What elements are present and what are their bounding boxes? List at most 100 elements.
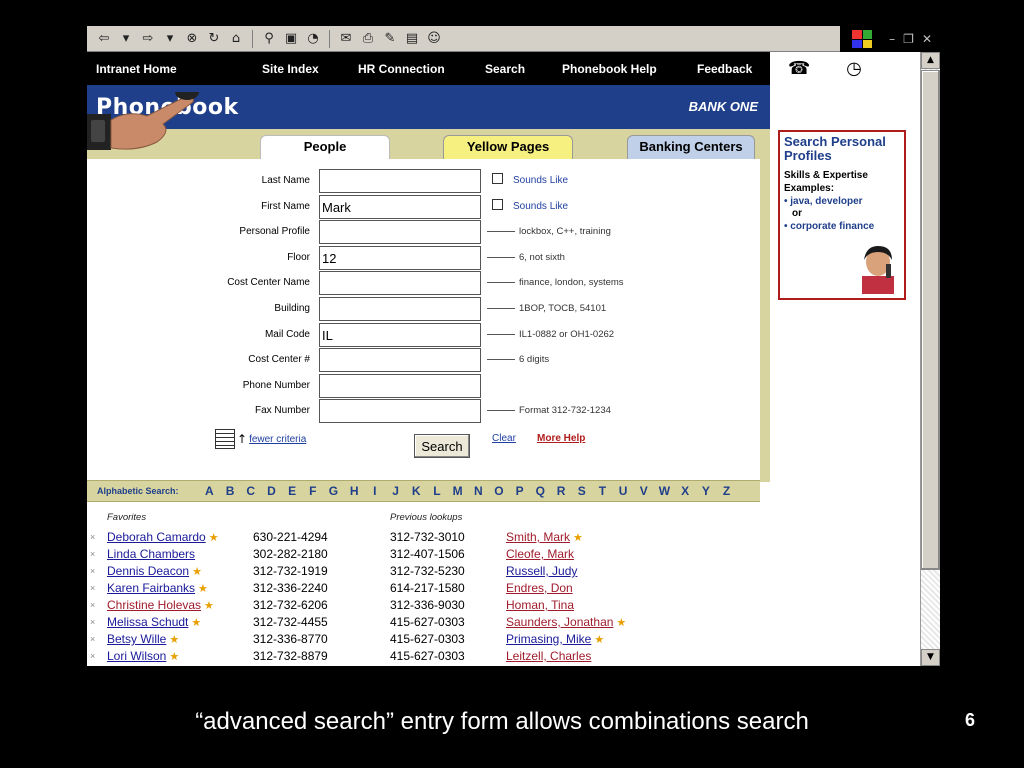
tab-banking-centers[interactable]: Banking Centers bbox=[627, 135, 755, 160]
scroll-down-icon[interactable]: ▼ bbox=[921, 649, 940, 666]
previous-name-link[interactable]: Saunders, Jonathan ★ bbox=[506, 615, 626, 629]
last-name-input[interactable] bbox=[319, 169, 481, 193]
floor-input[interactable] bbox=[319, 246, 481, 270]
cost-center-number-input[interactable] bbox=[319, 348, 481, 372]
favorite-name-link[interactable]: Christine Holevas ★ bbox=[107, 598, 214, 612]
nav-feedback[interactable]: Feedback bbox=[697, 62, 752, 76]
building-input[interactable] bbox=[319, 297, 481, 321]
fax-number-input[interactable] bbox=[319, 399, 481, 423]
messenger-icon[interactable]: ☺ bbox=[425, 30, 443, 48]
sounds-like-checkbox[interactable] bbox=[492, 199, 503, 210]
alpha-letter-t[interactable]: T bbox=[592, 484, 613, 498]
remove-icon[interactable]: × bbox=[90, 651, 95, 661]
alpha-letter-x[interactable]: X bbox=[675, 484, 696, 498]
previous-name-link[interactable]: Leitzell, Charles bbox=[506, 649, 591, 663]
favorite-name-link[interactable]: Melissa Schudt ★ bbox=[107, 615, 201, 629]
remove-icon[interactable]: × bbox=[90, 549, 95, 559]
history-icon[interactable]: ◔ bbox=[304, 30, 322, 48]
alpha-letter-l[interactable]: L bbox=[427, 484, 448, 498]
remove-icon[interactable]: × bbox=[90, 583, 95, 593]
back-dropdown-icon[interactable]: ▾ bbox=[117, 30, 135, 48]
print-icon[interactable]: ⎙ bbox=[359, 30, 377, 48]
nav-site-index[interactable]: Site Index bbox=[262, 62, 319, 76]
alpha-letter-m[interactable]: M bbox=[447, 484, 468, 498]
mail-icon[interactable]: ✉ bbox=[337, 30, 355, 48]
back-icon[interactable]: ⇦ bbox=[95, 30, 113, 48]
alpha-letter-b[interactable]: B bbox=[220, 484, 241, 498]
tab-yellow-pages[interactable]: Yellow Pages bbox=[443, 135, 573, 160]
fewer-criteria[interactable]: ↑ fewer criteria bbox=[215, 429, 306, 449]
alpha-letter-q[interactable]: Q bbox=[530, 484, 551, 498]
alpha-letter-i[interactable]: I bbox=[365, 484, 386, 498]
favorite-name-link[interactable]: Karen Fairbanks ★ bbox=[107, 581, 208, 595]
remove-icon[interactable]: × bbox=[90, 634, 95, 644]
favorite-name-link[interactable]: Linda Chambers bbox=[107, 547, 195, 561]
alpha-letter-w[interactable]: W bbox=[654, 484, 675, 498]
people-icon[interactable]: ☎ bbox=[788, 58, 810, 79]
promo-example-2[interactable]: • corporate finance bbox=[784, 220, 900, 233]
previous-name-link[interactable]: Primasing, Mike ★ bbox=[506, 632, 604, 646]
restore-icon[interactable]: ❐ bbox=[903, 32, 914, 46]
fewer-criteria-link[interactable]: fewer criteria bbox=[249, 434, 306, 445]
alpha-letter-u[interactable]: U bbox=[613, 484, 634, 498]
nav-phonebook-help[interactable]: Phonebook Help bbox=[562, 62, 657, 76]
alpha-letter-k[interactable]: K bbox=[406, 484, 427, 498]
favorite-name-link[interactable]: Betsy Wille ★ bbox=[107, 632, 179, 646]
profile-search-promo[interactable]: Search Personal Profiles Skills & Expert… bbox=[778, 130, 906, 300]
previous-name-link[interactable]: Homan, Tina bbox=[506, 598, 574, 612]
search-icon[interactable]: ⚲ bbox=[260, 30, 278, 48]
nav-search[interactable]: Search bbox=[485, 62, 525, 76]
first-name-input[interactable] bbox=[319, 195, 481, 219]
alpha-letter-o[interactable]: O bbox=[489, 484, 510, 498]
favorite-name-link[interactable]: Dennis Deacon ★ bbox=[107, 564, 202, 578]
favorite-name-link[interactable]: Lori Wilson ★ bbox=[107, 649, 179, 663]
remove-icon[interactable]: × bbox=[90, 600, 95, 610]
alpha-letter-f[interactable]: F bbox=[302, 484, 323, 498]
alpha-letter-v[interactable]: V bbox=[633, 484, 654, 498]
tab-people[interactable]: People bbox=[260, 135, 390, 160]
vertical-scrollbar[interactable]: ▲ ▼ bbox=[920, 52, 940, 666]
alpha-letter-a[interactable]: A bbox=[199, 484, 220, 498]
edit-icon[interactable]: ✎ bbox=[381, 30, 399, 48]
sounds-like-checkbox[interactable] bbox=[492, 173, 503, 184]
stop-icon[interactable]: ⊗ bbox=[183, 30, 201, 48]
close-icon[interactable]: ✕ bbox=[922, 32, 932, 46]
alpha-letter-r[interactable]: R bbox=[551, 484, 572, 498]
previous-name-link[interactable]: Russell, Judy bbox=[506, 564, 577, 578]
nav-hr-connection[interactable]: HR Connection bbox=[358, 62, 445, 76]
favorites-icon[interactable]: ▣ bbox=[282, 30, 300, 48]
clock-icon[interactable]: ◷ bbox=[846, 58, 862, 79]
refresh-icon[interactable]: ↻ bbox=[205, 30, 223, 48]
home-icon[interactable]: ⌂ bbox=[227, 30, 245, 48]
scroll-thumb[interactable] bbox=[921, 70, 940, 570]
scroll-up-icon[interactable]: ▲ bbox=[921, 52, 940, 69]
personal-profile-input[interactable] bbox=[319, 220, 481, 244]
alpha-letter-p[interactable]: P bbox=[509, 484, 530, 498]
alpha-letter-g[interactable]: G bbox=[323, 484, 344, 498]
forward-dropdown-icon[interactable]: ▾ bbox=[161, 30, 179, 48]
previous-name-link[interactable]: Endres, Don bbox=[506, 581, 573, 595]
search-button[interactable]: Search bbox=[414, 434, 470, 458]
nav-intranet-home[interactable]: Intranet Home bbox=[96, 62, 177, 76]
forward-icon[interactable]: ⇨ bbox=[139, 30, 157, 48]
alpha-letter-z[interactable]: Z bbox=[716, 484, 737, 498]
minimize-icon[interactable]: – bbox=[889, 32, 895, 46]
remove-icon[interactable]: × bbox=[90, 617, 95, 627]
alpha-letter-s[interactable]: S bbox=[571, 484, 592, 498]
alpha-letter-e[interactable]: E bbox=[282, 484, 303, 498]
remove-icon[interactable]: × bbox=[90, 532, 95, 542]
alpha-letter-d[interactable]: D bbox=[261, 484, 282, 498]
promo-example-1[interactable]: • java, developer bbox=[784, 195, 900, 208]
alpha-letter-y[interactable]: Y bbox=[696, 484, 717, 498]
previous-name-link[interactable]: Smith, Mark ★ bbox=[506, 530, 583, 544]
cost-center-name-input[interactable] bbox=[319, 271, 481, 295]
previous-name-link[interactable]: Cleofe, Mark bbox=[506, 547, 574, 561]
favorite-name-link[interactable]: Deborah Camardo ★ bbox=[107, 530, 219, 544]
phone-number-input[interactable] bbox=[319, 374, 481, 398]
remove-icon[interactable]: × bbox=[90, 566, 95, 576]
mail-code-input[interactable] bbox=[319, 323, 481, 347]
clear-link[interactable]: Clear bbox=[492, 433, 516, 444]
alpha-letter-j[interactable]: J bbox=[385, 484, 406, 498]
alpha-letter-c[interactable]: C bbox=[240, 484, 261, 498]
more-help-link[interactable]: More Help bbox=[537, 433, 585, 444]
